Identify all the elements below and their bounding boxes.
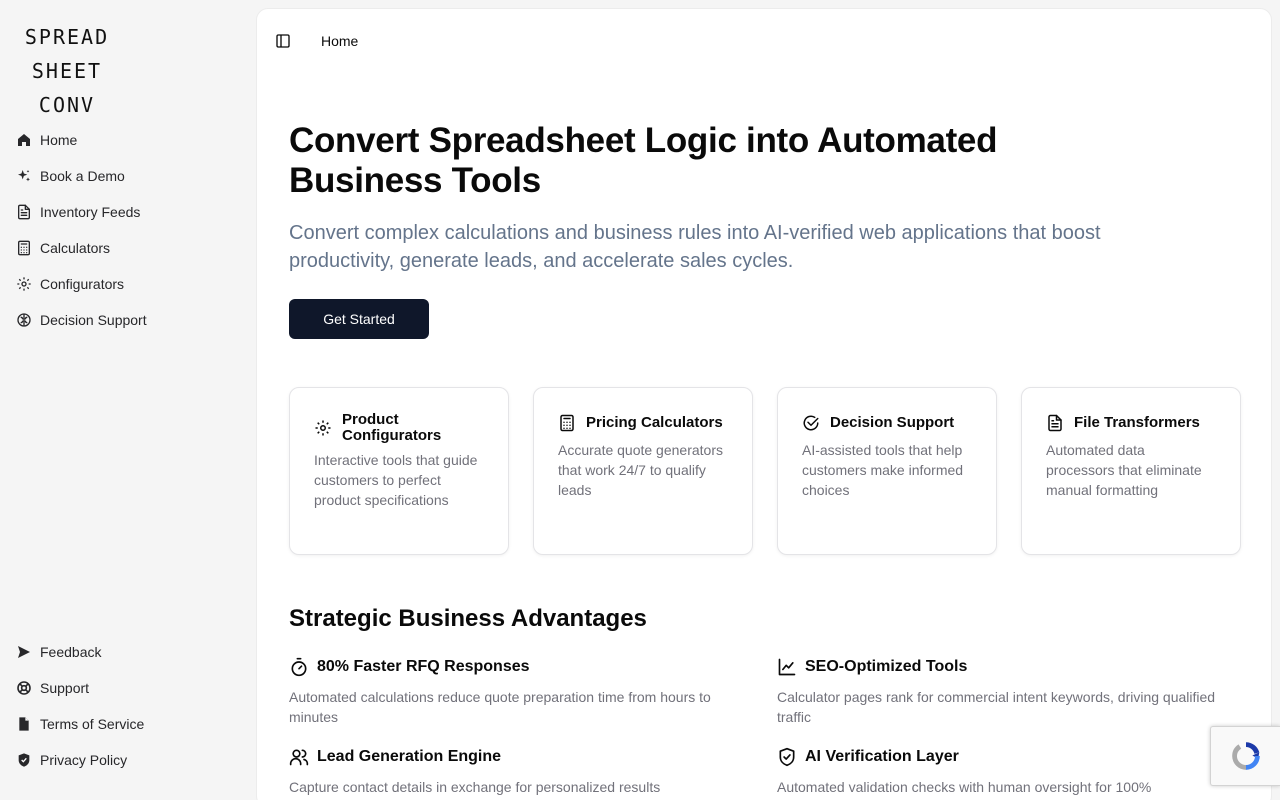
card-description: Automated data processors that eliminate… — [1046, 442, 1202, 498]
card-title: File Transformers — [1074, 414, 1200, 431]
card-title: Pricing Calculators — [586, 414, 723, 431]
sidebar-footer-nav: Feedback Support Terms of Service Privac… — [8, 634, 248, 778]
advantage-title: AI Verification Layer — [805, 748, 959, 765]
page-content: Convert Spreadsheet Logic into Automated… — [289, 121, 1241, 797]
advantage-description: Capture contact details in exchange for … — [289, 779, 661, 795]
lifebuoy-icon — [17, 681, 31, 695]
home-icon — [18, 134, 30, 146]
card-description: Interactive tools that guide customers t… — [314, 452, 478, 508]
brain-icon — [17, 313, 31, 327]
hero-subtitle: Convert complex calculations and busines… — [289, 222, 1101, 272]
sidebar-item-label: Terms of Service — [40, 716, 145, 732]
advantage-item: Lead Generation Engine Capture contact d… — [289, 747, 753, 797]
logo-line-2: SHEET — [31, 59, 103, 83]
advantage-item: SEO-Optimized Tools Calculator pages ran… — [777, 657, 1241, 727]
card-description: Accurate quote generators that work 24/7… — [558, 442, 723, 498]
recaptcha-icon — [1231, 742, 1260, 770]
calculator-icon — [18, 240, 30, 256]
feature-cards: Product Configurators Interactive tools … — [289, 387, 1241, 555]
advantage-description: Automated calculations reduce quote prep… — [289, 689, 711, 725]
topbar: Home — [273, 31, 358, 51]
sidebar-item-label: Feedback — [40, 644, 102, 660]
sidebar-item-label: Book a Demo — [40, 168, 125, 184]
circle-check-icon — [803, 415, 819, 431]
recaptcha-badge[interactable] — [1210, 726, 1280, 786]
sidebar-item-book-demo[interactable]: Book a Demo — [8, 158, 248, 194]
advantage-description: Automated validation checks with human o… — [777, 779, 1152, 795]
gear-icon — [315, 420, 331, 436]
sidebar-item-label: Support — [40, 680, 90, 696]
sidebar-item-label: Inventory Feeds — [40, 204, 141, 220]
feature-card-decision-support[interactable]: Decision Support AI-assisted tools that … — [777, 387, 997, 555]
advantage-header: Lead Generation Engine — [289, 747, 753, 767]
sidebar-item-privacy[interactable]: Privacy Policy — [8, 742, 248, 778]
card-title: Product Configurators — [342, 411, 442, 444]
shield-check-icon — [779, 747, 795, 767]
feature-card-pricing-calculators[interactable]: Pricing Calculators Accurate quote gener… — [533, 387, 753, 555]
sidebar-nav: Home Book a Demo Inventory Feeds Calcula… — [8, 122, 248, 338]
advantage-title: 80% Faster RFQ Responses — [317, 658, 530, 675]
card-title: Decision Support — [830, 414, 955, 431]
advantage-item: AI Verification Layer Automated validati… — [777, 747, 1241, 797]
sidebar-toggle-button[interactable] — [273, 31, 293, 51]
timer-icon — [291, 657, 307, 677]
shield-check-icon — [18, 753, 30, 767]
card-description: AI-assisted tools that help customers ma… — [802, 442, 964, 498]
feature-card-product-configurators[interactable]: Product Configurators Interactive tools … — [289, 387, 509, 555]
sidebar-item-label: Calculators — [40, 240, 111, 256]
sidebar-item-label: Configurators — [40, 276, 125, 292]
main-panel: Home Convert Spreadsheet Logic into Auto… — [256, 8, 1272, 800]
file-text-icon — [18, 204, 30, 220]
advantage-title: SEO-Optimized Tools — [805, 658, 968, 675]
advantage-item: 80% Faster RFQ Responses Automated calcu… — [289, 657, 753, 727]
gear-icon — [17, 277, 31, 291]
file-icon — [19, 717, 29, 731]
advantage-title: Lead Generation Engine — [317, 748, 502, 765]
sidebar-item-terms[interactable]: Terms of Service — [8, 706, 248, 742]
sidebar-item-calculators[interactable]: Calculators — [8, 230, 248, 266]
advantage-description: Calculator pages rank for commercial int… — [777, 689, 1216, 725]
advantages-grid: 80% Faster RFQ Responses Automated calcu… — [289, 657, 1241, 797]
app-root: SPREAD SHEET CONV Home Book a Demo Inven… — [0, 0, 1280, 800]
sidebar-item-label: Privacy Policy — [40, 752, 128, 768]
logo-line-3: CONV — [38, 93, 96, 117]
breadcrumb[interactable]: Home — [321, 33, 358, 49]
sidebar-item-support[interactable]: Support — [8, 670, 248, 706]
sidebar-item-inventory-feeds[interactable]: Inventory Feeds — [8, 194, 248, 230]
card-header: Pricing Calculators — [558, 412, 728, 434]
advantage-header: SEO-Optimized Tools — [777, 657, 1241, 677]
sidebar-item-label: Home — [40, 132, 78, 148]
sidebar-item-decision-support[interactable]: Decision Support — [8, 302, 248, 338]
advantage-header: AI Verification Layer — [777, 747, 1241, 767]
advantage-header: 80% Faster RFQ Responses — [289, 657, 753, 677]
file-text-icon — [1048, 414, 1062, 432]
send-icon — [18, 646, 30, 658]
card-header: Product Configurators — [314, 412, 484, 444]
sidebar-item-label: Decision Support — [40, 312, 147, 328]
card-header: File Transformers — [1046, 412, 1216, 434]
logo-line-1: SPREAD — [24, 25, 110, 49]
page-title: Convert Spreadsheet Logic into Automated… — [289, 121, 998, 200]
sidebar-item-feedback[interactable]: Feedback — [8, 634, 248, 670]
calculator-icon — [560, 414, 574, 432]
logo[interactable]: SPREAD SHEET CONV — [22, 20, 112, 122]
users-icon — [289, 749, 309, 766]
sidebar-toggle-icon — [276, 34, 290, 48]
sparkles-icon — [18, 170, 30, 182]
line-chart-icon — [778, 658, 796, 676]
section-title: Strategic Business Advantages — [289, 605, 647, 632]
feature-card-file-transformers[interactable]: File Transformers Automated data process… — [1021, 387, 1241, 555]
sidebar: SPREAD SHEET CONV Home Book a Demo Inven… — [0, 0, 256, 800]
get-started-button[interactable]: Get Started — [289, 299, 429, 339]
sidebar-item-home[interactable]: Home — [8, 122, 248, 158]
card-header: Decision Support — [802, 412, 972, 434]
sidebar-item-configurators[interactable]: Configurators — [8, 266, 248, 302]
